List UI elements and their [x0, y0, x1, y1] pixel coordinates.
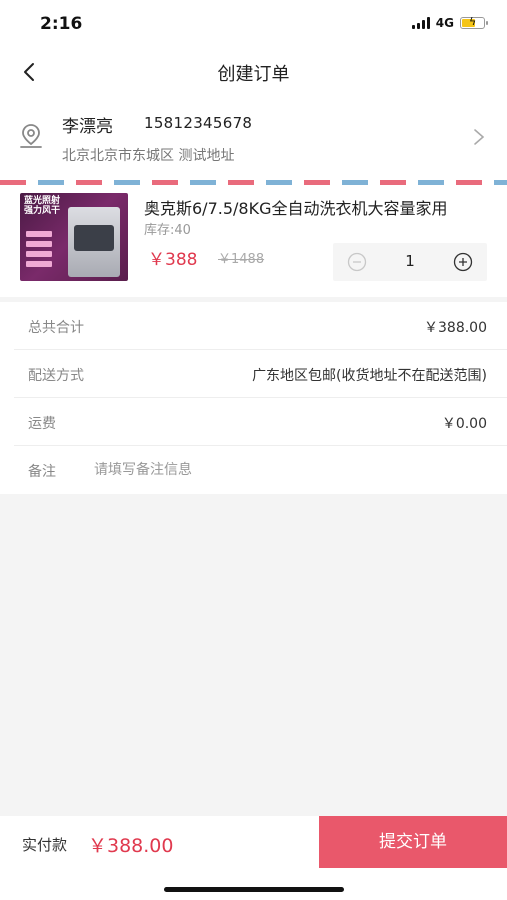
address-card[interactable]: 李漂亮 15812345678 北京北京市东城区 测试地址: [0, 96, 507, 180]
shipping-row: 运费 ￥0.00: [0, 398, 507, 446]
product-stock: 库存:40: [144, 223, 191, 238]
shipping-label: 运费: [28, 416, 56, 432]
product-image-banner: 蓝光照射 强力风干: [24, 196, 61, 216]
washing-machine-graphic: [68, 207, 120, 277]
recipient-phone: 15812345678: [144, 114, 253, 132]
product-image[interactable]: 蓝光照射 强力风干: [20, 193, 128, 281]
delivery-row: 配送方式 广东地区包邮(收货地址不在配送范围): [0, 350, 507, 398]
recipient-name: 李漂亮: [62, 117, 113, 137]
order-info: 总共合计 ￥388.00 配送方式 广东地区包邮(收货地址不在配送范围) 运费 …: [0, 302, 507, 494]
status-indicators: 4G ϟ: [411, 15, 488, 30]
pay-label: 实付款: [22, 836, 68, 854]
product-image-tags: [26, 231, 52, 271]
submit-order-button[interactable]: 提交订单: [319, 816, 507, 868]
total-row: 总共合计 ￥388.00: [0, 302, 507, 350]
note-input[interactable]: [94, 455, 484, 485]
pay-amount: ￥388.00: [88, 835, 174, 857]
product-price: ￥388: [148, 250, 198, 270]
quantity-stepper: 1: [333, 243, 487, 281]
note-label: 备注: [28, 464, 56, 480]
address-detail: 北京北京市东城区 测试地址: [62, 148, 235, 164]
total-label: 总共合计: [28, 320, 84, 336]
page-title: 创建订单: [217, 64, 290, 85]
network-type: 4G: [435, 16, 454, 30]
total-value: ￥388.00: [424, 320, 487, 336]
note-row: 备注: [0, 446, 507, 494]
shipping-value: ￥0.00: [441, 416, 487, 432]
location-pin-icon: [20, 124, 42, 148]
home-indicator[interactable]: [164, 887, 344, 892]
nav-bar: 创建订单: [0, 48, 507, 96]
battery-icon: ϟ: [460, 15, 488, 29]
delivery-label: 配送方式: [28, 368, 84, 384]
plus-icon[interactable]: [453, 252, 473, 272]
product-item: 蓝光照射 强力风干 奥克斯6/7.5/8KG全自动洗衣机大容量家用 库存:40 …: [0, 185, 507, 297]
checkout-bar: 实付款 ￥388.00 提交订单: [0, 816, 507, 900]
signal-icon: [411, 17, 430, 29]
minus-icon[interactable]: [347, 252, 367, 272]
quantity-value[interactable]: 1: [393, 252, 427, 270]
chevron-right-icon: [474, 129, 485, 145]
product-original-price: ￥1488: [218, 252, 265, 267]
status-bar: 2:16 4G ϟ: [0, 0, 507, 48]
product-title: 奥克斯6/7.5/8KG全自动洗衣机大容量家用: [144, 199, 448, 218]
status-time: 2:16: [40, 14, 83, 34]
delivery-value: 广东地区包邮(收货地址不在配送范围): [252, 368, 487, 384]
